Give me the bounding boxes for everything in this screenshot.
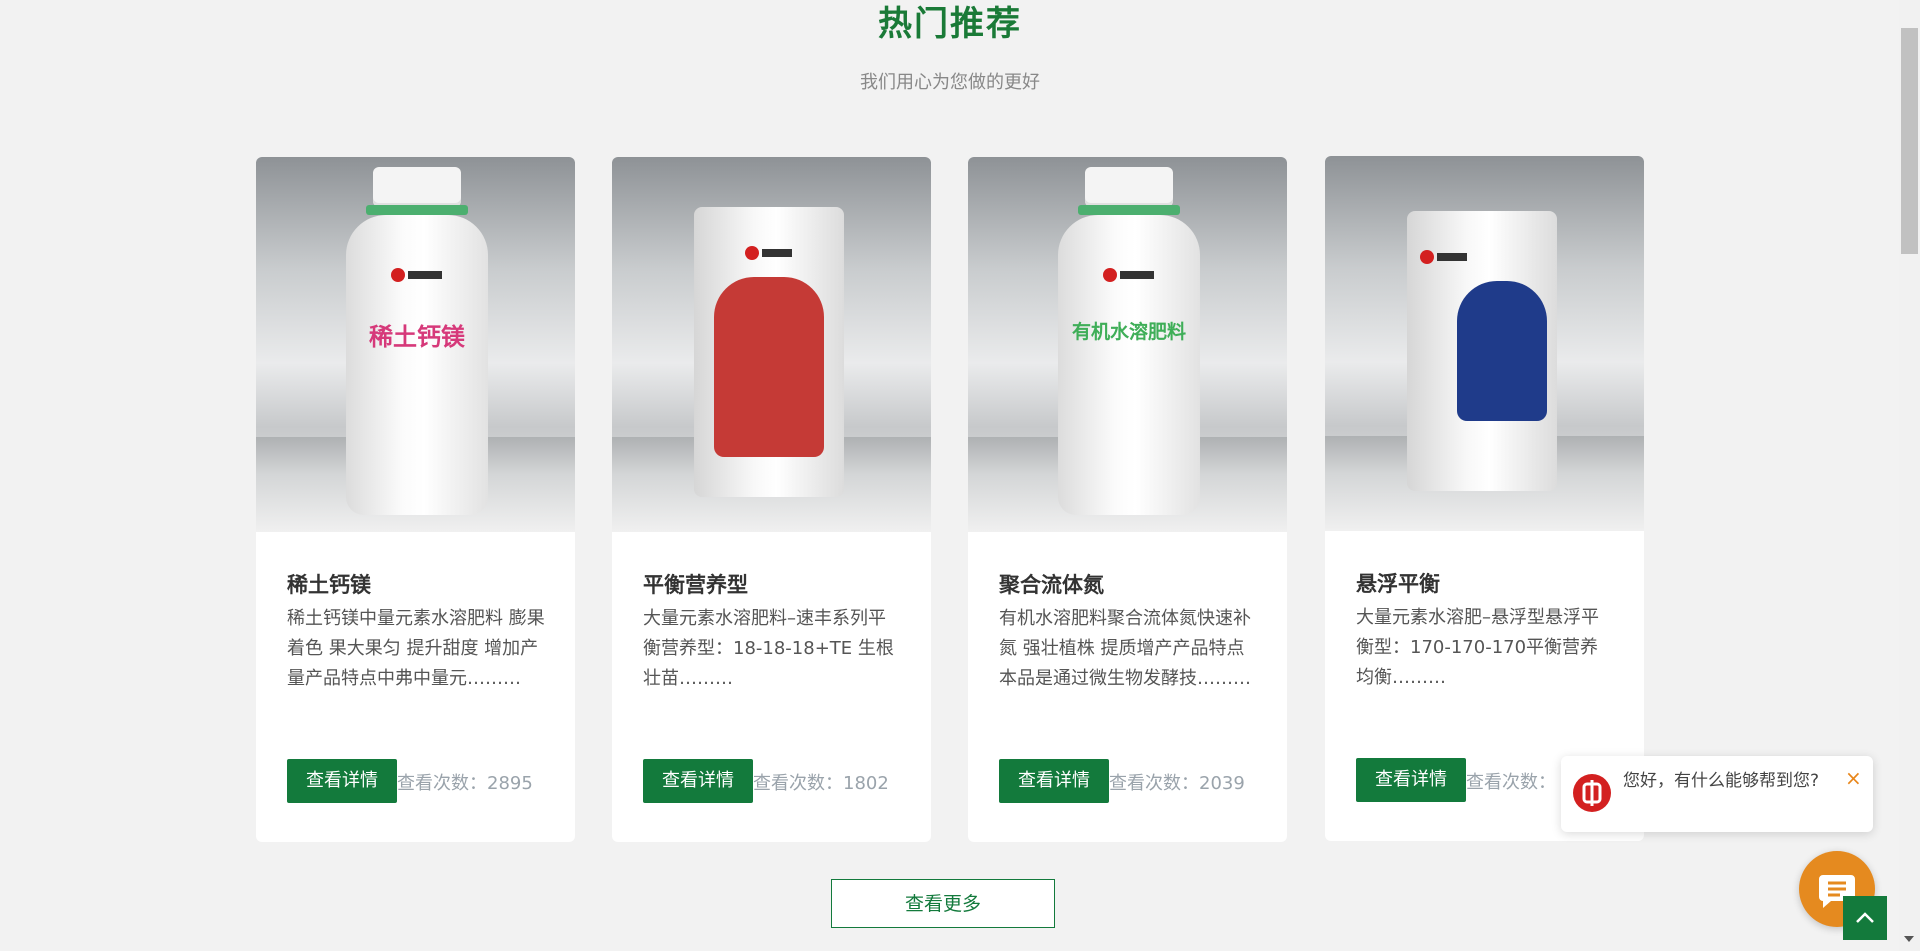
- product-card[interactable]: 平衡营养型 大量元素水溶肥料–速丰系列平衡营养型：18-18-18+TE 生根壮…: [612, 157, 931, 842]
- view-details-button[interactable]: 查看详情: [1356, 758, 1466, 802]
- scrollbar-thumb[interactable]: [1901, 28, 1918, 254]
- scrollbar[interactable]: [1899, 0, 1920, 951]
- pack-label: 稀土钙镁: [369, 323, 465, 351]
- bag-illustration: [694, 207, 844, 497]
- brand-logo-icon: [745, 246, 792, 260]
- product-card[interactable]: 有机水溶肥料 聚合流体氮 有机水溶肥料聚合流体氮快速补氮 强壮植株 提质增产产品…: [968, 157, 1287, 842]
- view-count-label: 查看次数：: [397, 773, 487, 794]
- close-icon[interactable]: ×: [1845, 766, 1862, 790]
- product-name: 平衡营养型: [643, 573, 748, 597]
- pack-label: 有机水溶肥料: [1071, 321, 1186, 343]
- bag-illustration: [1407, 211, 1557, 491]
- chat-avatar: [1573, 774, 1611, 812]
- brand-logo-icon: [1582, 780, 1602, 806]
- view-count-value: 2039: [1199, 773, 1245, 794]
- product-image[interactable]: 稀土钙镁: [256, 157, 575, 532]
- product-card[interactable]: 悬浮平衡 大量元素水溶肥–悬浮型悬浮平衡型：170-170-170平衡营养均衡……: [1325, 156, 1644, 841]
- view-details-button[interactable]: 查看详情: [643, 759, 753, 803]
- view-count-label: 查看次数：: [753, 773, 843, 794]
- back-to-top-button[interactable]: [1843, 896, 1887, 940]
- chat-message: 您好，有什么能够帮到您?: [1623, 771, 1820, 791]
- view-count-label: 查看次数：: [1466, 772, 1556, 793]
- bottle-illustration: 稀土钙镁: [346, 167, 488, 522]
- view-details-button[interactable]: 查看详情: [287, 759, 397, 803]
- view-count: 查看次数：2039: [1109, 769, 1245, 795]
- product-image[interactable]: [1325, 156, 1644, 531]
- product-desc: 稀土钙镁中量元素水溶肥料 膨果着色 果大果匀 提升甜度 增加产量产品特点中弗中量…: [287, 608, 545, 689]
- brand-logo-icon: [1420, 250, 1467, 264]
- product-desc: 大量元素水溶肥–悬浮型悬浮平衡型：170-170-170平衡营养均衡………: [1356, 607, 1599, 688]
- brand-logo-icon: [1103, 268, 1154, 282]
- scroll-down-icon[interactable]: [1904, 936, 1914, 942]
- view-count-value: 2895: [487, 773, 533, 794]
- product-name: 稀土钙镁: [287, 573, 371, 597]
- view-count-label: 查看次数：: [1109, 773, 1199, 794]
- product-desc: 大量元素水溶肥料–速丰系列平衡营养型：18-18-18+TE 生根壮苗………: [643, 608, 894, 689]
- chat-popup[interactable]: 您好，有什么能够帮到您? ×: [1561, 756, 1873, 832]
- bottle-illustration: 有机水溶肥料: [1058, 167, 1200, 522]
- product-image[interactable]: 有机水溶肥料: [968, 157, 1287, 532]
- chevron-up-icon: [1856, 912, 1874, 923]
- product-card[interactable]: 稀土钙镁 稀土钙镁 稀土钙镁中量元素水溶肥料 膨果着色 果大果匀 提升甜度 增加…: [256, 157, 575, 842]
- product-name: 聚合流体氮: [999, 573, 1104, 597]
- view-count: 查看次数：2895: [397, 769, 533, 795]
- view-count-value: 1802: [843, 773, 889, 794]
- product-name: 悬浮平衡: [1356, 572, 1440, 596]
- product-grid: 稀土钙镁 稀土钙镁 稀土钙镁中量元素水溶肥料 膨果着色 果大果匀 提升甜度 增加…: [256, 156, 1644, 843]
- product-desc: 有机水溶肥料聚合流体氮快速补氮 强壮植株 提质增产产品特点本品是通过微生物发酵技…: [999, 608, 1251, 689]
- section-subtitle: 我们用心为您做的更好: [860, 72, 1040, 93]
- product-image[interactable]: [612, 157, 931, 532]
- view-count: 查看次数：: [1466, 768, 1556, 794]
- brand-logo-icon: [391, 268, 442, 282]
- section-title: 热门推荐: [878, 4, 1022, 44]
- view-count: 查看次数：1802: [753, 769, 889, 795]
- view-details-button[interactable]: 查看详情: [999, 759, 1109, 803]
- view-more-button[interactable]: 查看更多: [831, 879, 1055, 928]
